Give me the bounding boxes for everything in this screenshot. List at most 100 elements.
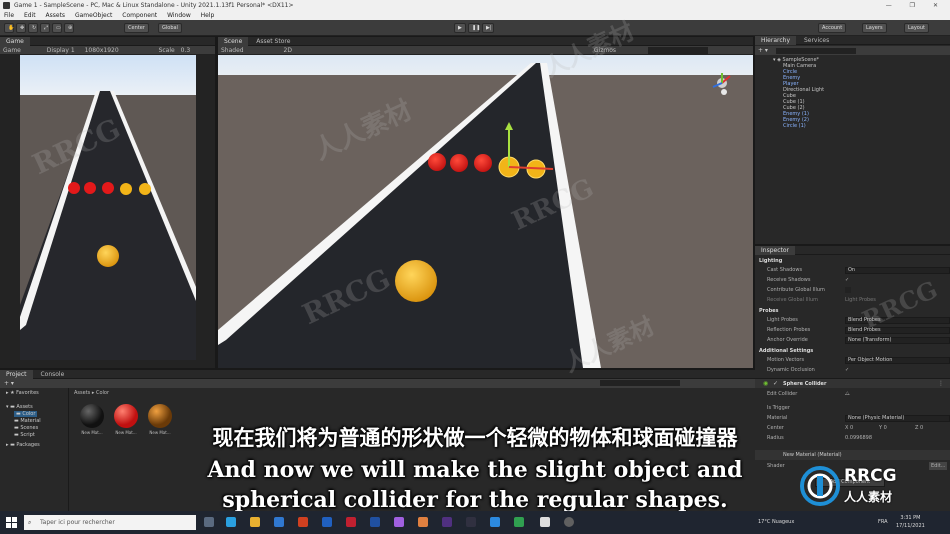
rect-tool-icon[interactable]: ▭: [52, 23, 62, 33]
vscode-icon[interactable]: [490, 517, 500, 527]
probes-header[interactable]: Probes: [759, 308, 779, 314]
blender-icon[interactable]: [418, 517, 428, 527]
cast-shadows-dropdown[interactable]: On: [845, 267, 950, 274]
weather-status[interactable]: 17°C Nuageux: [758, 511, 794, 534]
transform-tool-icon[interactable]: ⊕: [64, 23, 74, 33]
file-explorer-icon[interactable]: [250, 517, 260, 527]
project-add-button[interactable]: + ▾: [4, 380, 14, 387]
motion-vectors-dropdown[interactable]: Per Object Motion: [845, 357, 950, 364]
menu-edit[interactable]: Edit: [24, 12, 36, 19]
tab-scene[interactable]: Scene: [218, 37, 249, 46]
hierarchy-item[interactable]: Circle (1): [783, 123, 950, 129]
app-icon[interactable]: [394, 517, 404, 527]
game-scale-label: Scale: [158, 47, 175, 54]
menu-file[interactable]: File: [4, 12, 14, 19]
anchor-override-field[interactable]: None (Transform): [845, 337, 950, 344]
contribute-gi-checkbox[interactable]: [845, 287, 851, 293]
tab-asset-store[interactable]: Asset Store: [250, 37, 296, 46]
taskbar-clock[interactable]: 3:31 PM 17/11/2021: [896, 514, 925, 530]
receive-shadows-row: Receive Shadows ✓: [767, 276, 850, 284]
hierarchy-search-input[interactable]: [775, 47, 856, 54]
dynamic-occlusion-checkbox[interactable]: ✓: [845, 366, 849, 374]
pause-icon[interactable]: ❚❚: [468, 23, 480, 33]
game-render: [20, 55, 196, 360]
subtitle-chinese: 现在我们将为普通的形状做一个轻微的物体和球面碰撞器: [212, 426, 738, 450]
tab-inspector[interactable]: Inspector: [755, 246, 795, 255]
rotate-tool-icon[interactable]: ↻: [28, 23, 38, 33]
photoshop-icon[interactable]: [370, 517, 380, 527]
hierarchy-search-bar: + ▾: [755, 46, 950, 55]
store-icon[interactable]: [274, 517, 284, 527]
windows-start-icon[interactable]: [6, 517, 17, 528]
taskbar-search-input[interactable]: ⌕ Taper ici pour rechercher: [24, 515, 196, 530]
light-probes-dropdown[interactable]: Blend Probes: [845, 317, 950, 324]
unity-icon[interactable]: [540, 517, 550, 527]
sphere-collider-header-bar[interactable]: ◉ ✓ Sphere Collider ⋮: [755, 378, 950, 388]
folder-color[interactable]: ▬ Color: [14, 411, 38, 417]
unity-hub-icon[interactable]: [466, 517, 476, 527]
account-dropdown[interactable]: Account: [818, 23, 847, 33]
menu-component[interactable]: Component: [122, 12, 157, 19]
game-scale-value[interactable]: 0.3: [181, 47, 191, 54]
menu-window[interactable]: Window: [167, 12, 191, 19]
language-indicator[interactable]: FRA: [878, 511, 888, 534]
play-icon[interactable]: ▶: [454, 23, 466, 33]
scene-panel-tabs: Scene Asset Store: [218, 37, 753, 46]
additional-settings-header[interactable]: Additional Settings: [759, 348, 813, 354]
tab-services[interactable]: Services: [798, 36, 835, 45]
hand-tool-icon[interactable]: ✋: [4, 23, 14, 33]
tab-game[interactable]: Game: [0, 37, 30, 46]
project-search-input[interactable]: [600, 380, 680, 386]
edit-collider-icon[interactable]: ⧍: [845, 390, 850, 398]
assets-node[interactable]: ▾ ▬ Assets: [6, 404, 33, 410]
menu-assets[interactable]: Assets: [46, 12, 66, 19]
scene-2d-toggle[interactable]: 2D: [284, 47, 292, 54]
collider-material-field[interactable]: None (Physic Material): [845, 415, 950, 422]
tab-hierarchy[interactable]: Hierarchy: [755, 36, 797, 45]
pivot-center-button[interactable]: Center: [124, 23, 149, 33]
game-view[interactable]: [20, 55, 196, 360]
tab-project[interactable]: Project: [0, 370, 33, 379]
scene-view[interactable]: [218, 55, 753, 368]
reflection-probes-dropdown[interactable]: Blend Probes: [845, 327, 950, 334]
sphere-collider-checkbox[interactable]: ✓: [773, 380, 778, 387]
receive-shadows-checkbox[interactable]: ✓: [845, 276, 849, 284]
tab-console[interactable]: Console: [34, 370, 70, 379]
breadcrumb-assets[interactable]: Assets: [74, 390, 90, 396]
obs-icon[interactable]: [564, 517, 574, 527]
acrobat-icon[interactable]: [346, 517, 356, 527]
project-toolbar: + ▾: [0, 379, 755, 388]
move-tool-icon[interactable]: ✥: [16, 23, 26, 33]
window-controls[interactable]: — ❐ ✕: [886, 0, 946, 11]
scene-search-input[interactable]: [647, 47, 708, 54]
menu-help[interactable]: Help: [201, 12, 215, 19]
scale-tool-icon[interactable]: ⤢: [40, 23, 50, 33]
task-view-icon[interactable]: [204, 517, 214, 527]
chrome-icon[interactable]: [514, 517, 524, 527]
unity-logo-icon: [3, 2, 10, 9]
receive-gi-value: Light Probes: [845, 297, 876, 303]
breadcrumb-color[interactable]: Color: [96, 390, 109, 396]
scene-gizmos-dropdown[interactable]: Gizmos: [594, 47, 616, 54]
layers-dropdown[interactable]: Layers: [862, 23, 887, 33]
visual-studio-icon[interactable]: [442, 517, 452, 527]
game-display-dropdown[interactable]: Display 1: [47, 47, 75, 54]
lighting-header[interactable]: Lighting: [759, 258, 782, 264]
project-tabs: Project Console: [0, 370, 755, 379]
game-resolution-dropdown[interactable]: 1080x1920: [85, 47, 119, 54]
edge-icon[interactable]: [226, 517, 236, 527]
game-display-mode[interactable]: Game: [3, 47, 21, 54]
contribute-gi-row: Contribute Global Illum: [767, 286, 947, 294]
anchor-override-row: Anchor Override None (Transform): [767, 336, 950, 344]
powerpoint-icon[interactable]: [298, 517, 308, 527]
menu-gameobject[interactable]: GameObject: [75, 12, 112, 19]
pivot-global-button[interactable]: Global: [158, 23, 182, 33]
edit-collider-row: Edit Collider ⧍: [767, 390, 850, 398]
scene-shading-dropdown[interactable]: Shaded: [221, 47, 244, 54]
component-menu-icon[interactable]: ⋮: [938, 380, 944, 387]
hierarchy-add-button[interactable]: + ▾: [758, 47, 768, 54]
word-icon[interactable]: [322, 517, 332, 527]
step-icon[interactable]: ▶|: [482, 23, 494, 33]
layout-dropdown[interactable]: Layout: [904, 23, 929, 33]
favorites-node[interactable]: ▸ ★ Favorites: [6, 390, 39, 396]
